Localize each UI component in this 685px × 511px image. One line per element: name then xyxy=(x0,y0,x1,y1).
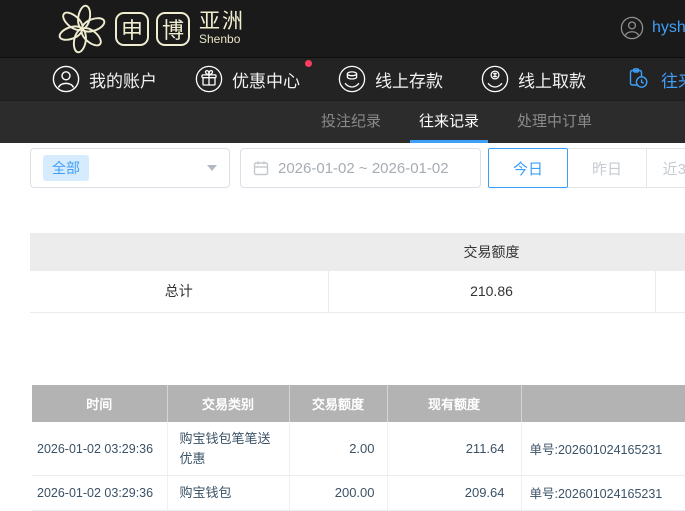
today-button[interactable]: 今日 xyxy=(488,148,568,188)
date-range-input[interactable]: 2026-01-02 ~ 2026-01-02 xyxy=(240,148,481,188)
cell-type: 购宝钱包笔笔送优惠 xyxy=(167,422,290,476)
cell-amount: 2.00 xyxy=(289,422,388,476)
cell-time: 2026-01-02 03:29:36 xyxy=(32,475,168,511)
nav-item-transactions[interactable]: 往来记录 xyxy=(624,65,685,93)
nav-item-label: 线上取款 xyxy=(518,71,586,91)
cell-note: 单号:202601024165231 xyxy=(521,422,685,476)
col-header-amount: 交易额度 xyxy=(289,385,388,422)
user-circle-icon xyxy=(52,65,80,93)
gift-icon xyxy=(195,65,223,93)
tab-betting-records[interactable]: 投注纪录 xyxy=(312,101,390,143)
notification-dot xyxy=(305,60,312,67)
summary-total-amount: 210.86 xyxy=(327,271,655,313)
logo-char-box-2: 博 xyxy=(156,11,190,46)
selected-type-chip: 全部 xyxy=(43,155,89,181)
date-range-value: 2026-01-02 ~ 2026-01-02 xyxy=(278,159,449,177)
deposit-hand-coins-icon xyxy=(338,65,366,93)
username-text: hysh xyxy=(652,19,685,36)
transactions-table: 时间 交易类别 交易额度 现有额度 摘要 2026-01-02 03:29:36… xyxy=(32,385,685,511)
summary-header-empty xyxy=(655,233,685,271)
account-menu[interactable]: hysh xyxy=(620,16,685,40)
nav-item-my-account[interactable]: 我的账户 xyxy=(52,65,157,93)
tab-pending-orders[interactable]: 处理中订单 xyxy=(508,101,601,143)
record-tabs: 投注纪录 往来记录 处理中订单 xyxy=(0,100,685,143)
cell-amount: 200.00 xyxy=(289,475,388,511)
logo-char-box-1: 申 xyxy=(115,11,149,46)
table-row: 2026-01-02 03:29:36 购宝钱包笔笔送优惠 2.00 211.6… xyxy=(32,422,685,476)
avatar-icon xyxy=(620,16,644,40)
col-header-balance: 现有额度 xyxy=(387,385,522,422)
transaction-type-select[interactable]: 全部 xyxy=(30,148,230,188)
summary-total-label: 总计 xyxy=(30,271,328,313)
col-header-time: 时间 xyxy=(32,385,168,422)
logo-brand-text: Shenbo xyxy=(199,32,241,47)
flower-logo-icon xyxy=(56,3,108,55)
logo-wordmark: 亚洲 Shenbo xyxy=(199,11,245,46)
logo-region-text: 亚洲 xyxy=(199,10,245,34)
table-row: 2026-01-02 03:29:36 购宝钱包 200.00 209.64 单… xyxy=(32,475,685,511)
nav-item-label: 往来记录 xyxy=(661,71,685,91)
cell-balance: 211.64 xyxy=(387,422,522,476)
nav-item-deposit[interactable]: 线上存款 xyxy=(338,65,443,93)
col-header-type: 交易类别 xyxy=(167,385,290,422)
nav-item-label: 优惠中心 xyxy=(232,71,300,91)
records-clipboard-clock-icon xyxy=(624,65,652,93)
transactions-header-row: 时间 交易类别 交易额度 现有额度 摘要 xyxy=(32,385,685,422)
summary-total-row: 总计 210.86 xyxy=(30,271,685,313)
last-30-days-button[interactable]: 近30日 xyxy=(646,148,685,188)
yesterday-button[interactable]: 昨日 xyxy=(567,148,647,188)
chevron-down-icon xyxy=(207,165,217,171)
nav-item-withdraw[interactable]: 线上取款 xyxy=(481,65,586,93)
main-nav: 我的账户 优惠中心 线上存款 线上取款 往 xyxy=(0,57,685,100)
cell-balance: 209.64 xyxy=(387,475,522,511)
nav-item-promotions[interactable]: 优惠中心 xyxy=(195,60,312,93)
withdraw-hand-coin-icon xyxy=(481,65,509,93)
summary-header-empty xyxy=(30,233,328,271)
summary-header-amount: 交易额度 xyxy=(328,233,655,271)
nav-item-label: 我的账户 xyxy=(89,71,157,91)
summary-table: 交易额度 总计 210.86 xyxy=(30,233,685,313)
quick-date-buttons: 今日 昨日 近30日 xyxy=(488,148,685,188)
top-bar: 申 博 亚洲 Shenbo hysh xyxy=(0,0,685,57)
cell-time: 2026-01-02 03:29:36 xyxy=(32,422,168,476)
filter-row: 全部 2026-01-02 ~ 2026-01-02 今日 昨日 近30日 xyxy=(30,148,685,188)
tab-transaction-records[interactable]: 往来记录 xyxy=(409,101,488,143)
cell-type: 购宝钱包 xyxy=(167,475,290,511)
col-header-note: 摘要 xyxy=(521,385,685,422)
site-logo[interactable]: 申 博 亚洲 Shenbo xyxy=(56,3,245,55)
summary-header-row: 交易额度 xyxy=(30,233,685,271)
calendar-icon xyxy=(253,160,269,176)
nav-item-label: 线上存款 xyxy=(375,71,443,91)
cell-note: 单号:202601024165231 xyxy=(521,475,685,511)
summary-empty-cell xyxy=(654,271,685,313)
